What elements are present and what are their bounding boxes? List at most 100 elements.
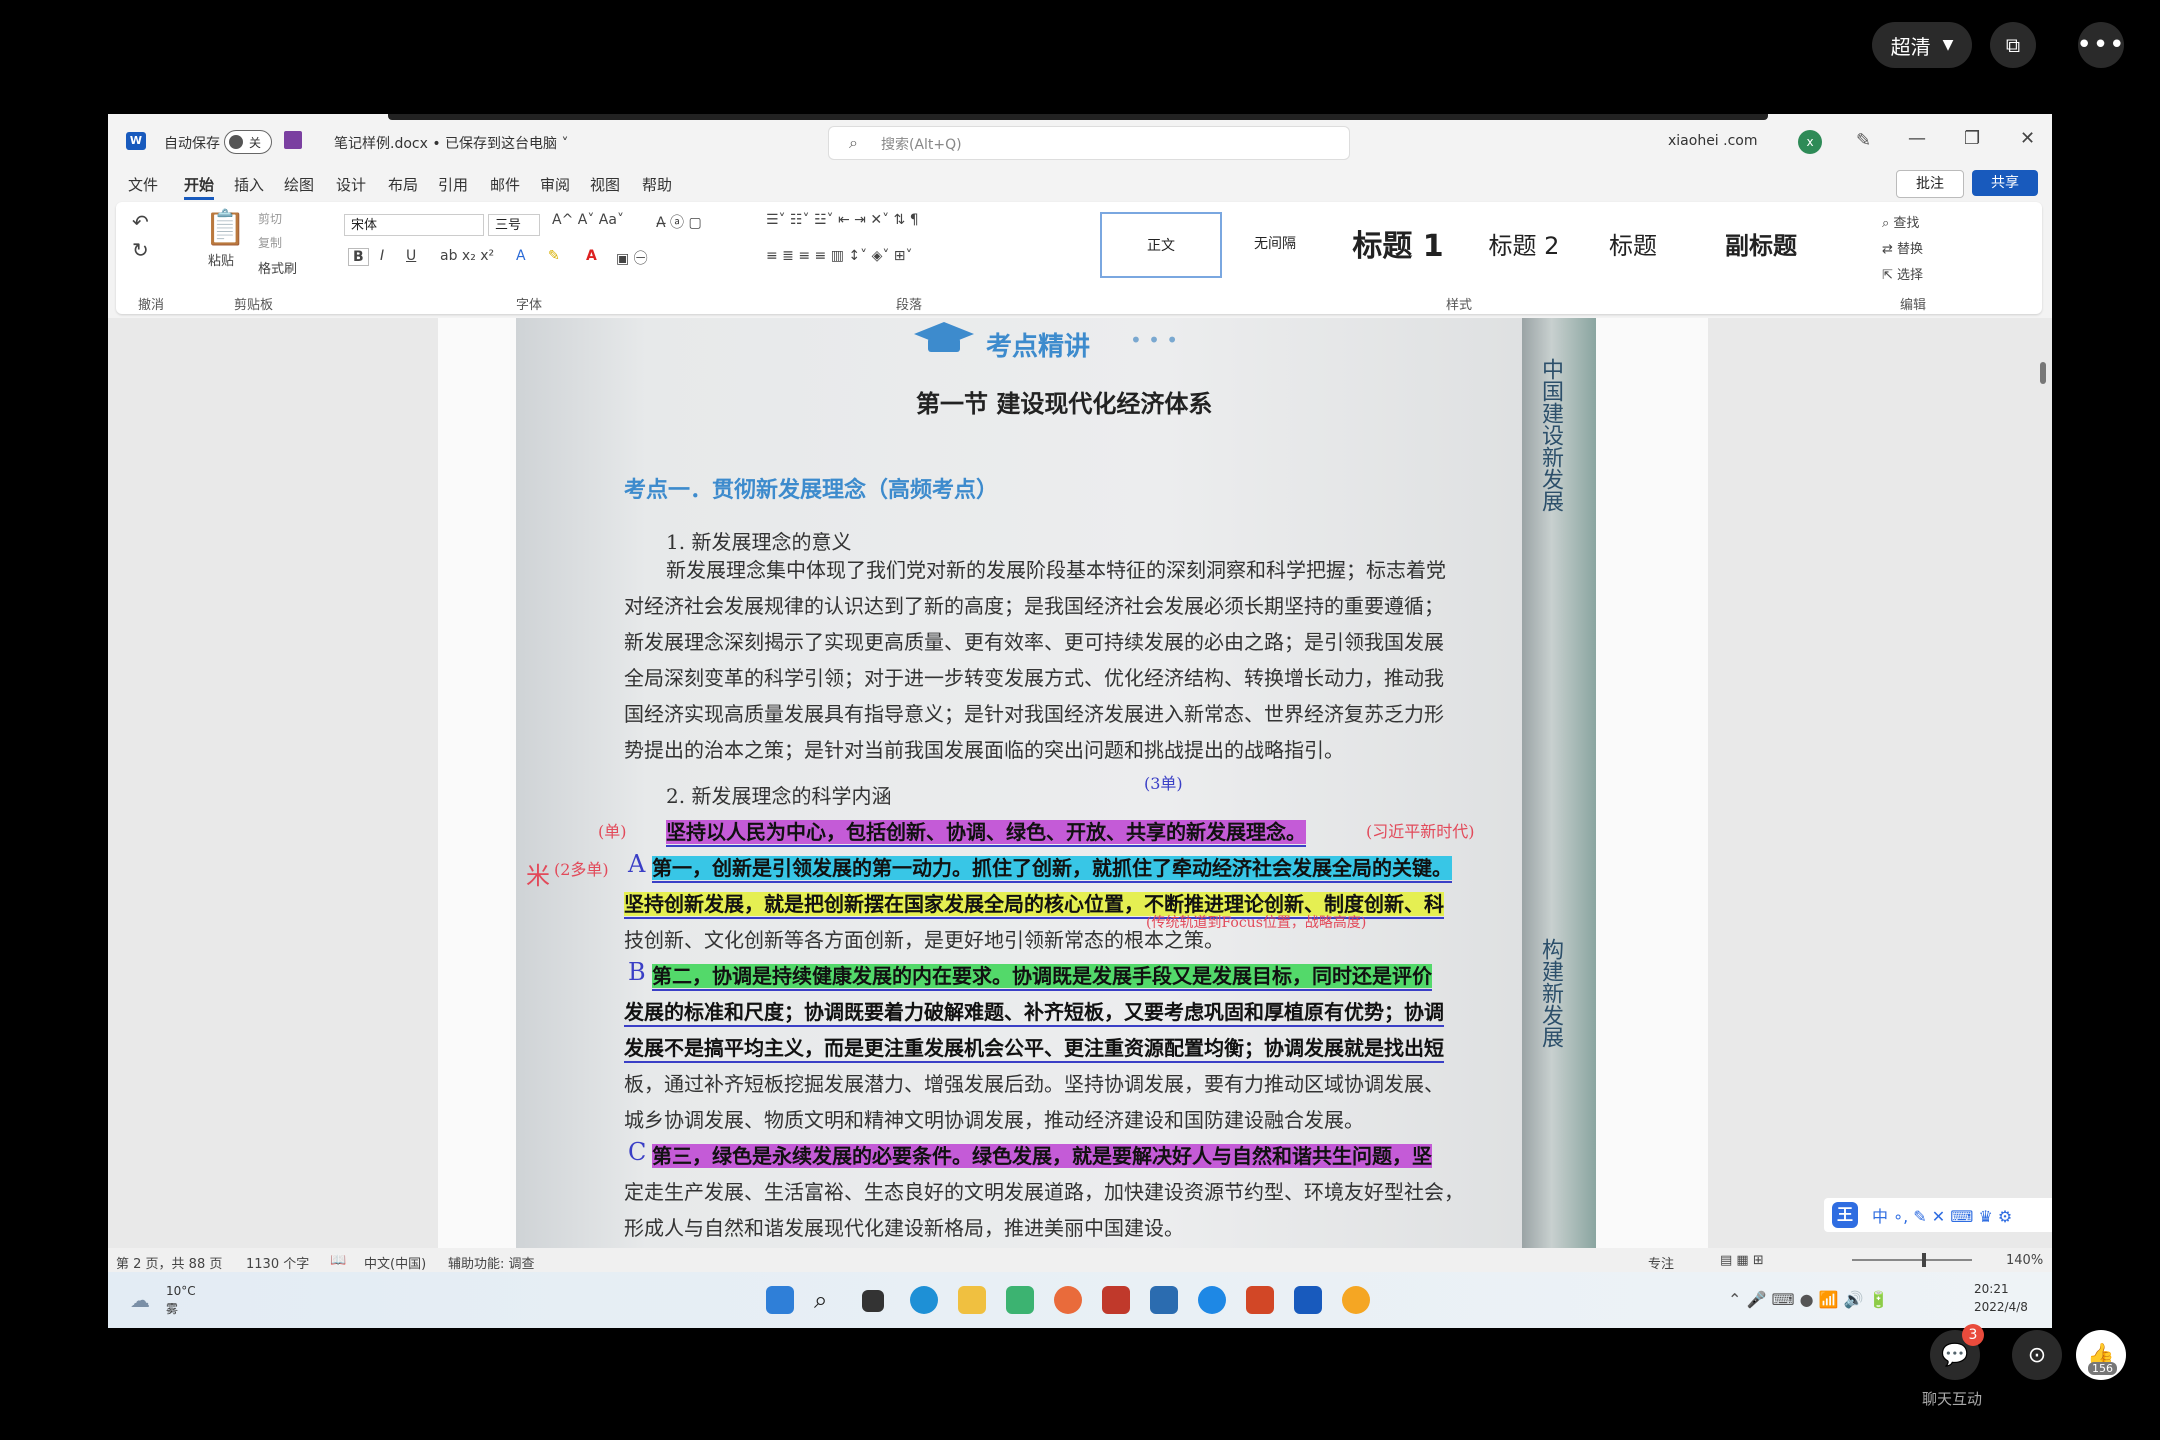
edge-browser-icon[interactable] (910, 1286, 938, 1314)
proofing-icon[interactable]: 📖 (330, 1253, 346, 1268)
zoom-slider[interactable] (1852, 1253, 1972, 1267)
word-icon[interactable] (1294, 1286, 1322, 1314)
tab-view[interactable]: 视图 (590, 174, 620, 195)
redo-icon[interactable]: ↻ (132, 238, 149, 262)
start-icon[interactable] (766, 1286, 794, 1314)
handwritten-note: B (628, 958, 646, 986)
weather-temp[interactable]: 10°C (166, 1284, 196, 1298)
p2-line: 技创新、文化创新等各方面创新，是更好地引领新常态的根本之策。 (624, 928, 1224, 952)
undo-group-label: 撤消 (138, 298, 165, 313)
app-icon[interactable] (1102, 1286, 1130, 1314)
quality-selector[interactable]: 超清 ▼ (1872, 22, 1972, 68)
tab-help[interactable]: 帮助 (642, 174, 672, 195)
task-view-icon[interactable] (862, 1290, 884, 1312)
focus-mode[interactable]: 专注 (1648, 1253, 1674, 1272)
vertical-scrollbar[interactable] (2036, 318, 2050, 1248)
link-button[interactable]: ⊙ (2012, 1330, 2062, 1380)
paste-label[interactable]: 粘贴 (208, 250, 234, 269)
word-count[interactable]: 1130 个字 (246, 1253, 309, 1272)
select-label: 选择 (1897, 268, 1924, 283)
bold-button[interactable]: B (348, 248, 369, 266)
app-icon[interactable] (1342, 1286, 1370, 1314)
taskbar: ☁ 10°C 雾 ⌕ ⌃ 🎤 ⌨ ● 📶 🔊 🔋 20:21 2022/4/8 (108, 1272, 2052, 1328)
tab-review[interactable]: 审阅 (540, 174, 570, 195)
inserted-photo[interactable]: 考点精讲 • • • 第一节 建设现代化经济体系 考点一．贯彻新发展理念（高频考… (516, 318, 1596, 1248)
find-button[interactable]: ⌕ 查找 (1882, 212, 1919, 231)
tab-draw[interactable]: 绘图 (284, 174, 314, 195)
handwritten-note: C (628, 1138, 647, 1166)
view-buttons[interactable]: ▤ ▦ ⊞ (1720, 1253, 1764, 1268)
align-icons[interactable]: ≡ ≣ ≡ ≡ ▥ ↕˅ ◈˅ ⊞˅ (766, 248, 913, 264)
replace-button[interactable]: ⇄ 替换 (1882, 238, 1923, 257)
paste-icon[interactable]: 📋 (204, 208, 246, 248)
account-name[interactable]: xiaohei .com (1668, 133, 1758, 149)
clock-time[interactable]: 20:21 (1974, 1282, 2009, 1296)
avatar[interactable]: x (1798, 130, 1822, 154)
highlight-icon[interactable]: ✎ (548, 248, 560, 264)
tab-home[interactable]: 开始 (184, 174, 215, 200)
zoom-level[interactable]: 140% (2006, 1253, 2043, 1268)
clear-format-icon[interactable]: A̶ ⓐ ▢ (656, 212, 702, 232)
italic-button[interactable]: I (380, 248, 384, 264)
ime-tool-icons[interactable]: 中 ∘, ✎ ✕ ⌨ ♛ ⚙ (1872, 1203, 2012, 1227)
style-normal[interactable]: 正文 (1100, 212, 1222, 278)
weather-desc[interactable]: 雾 (166, 1300, 178, 1317)
minimize-button[interactable]: — (1908, 128, 1926, 149)
accessibility-status[interactable]: 辅助功能: 调查 (448, 1253, 535, 1272)
pen-icon[interactable]: ✎ (1856, 130, 1871, 151)
app-icon[interactable] (1198, 1286, 1226, 1314)
tab-design[interactable]: 设计 (336, 174, 366, 195)
list-icons[interactable]: ☰˅ ☷˅ ☳˅ ⇤ ⇥ ✕˅ ⇅ ¶ (766, 212, 919, 228)
zoom-knob[interactable] (1922, 1253, 1926, 1267)
system-tray-icons[interactable]: ⌃ 🎤 ⌨ ● 📶 🔊 🔋 (1728, 1290, 1889, 1309)
tab-file[interactable]: 文件 (128, 174, 158, 195)
comment-button[interactable]: 批注 (1896, 170, 1964, 198)
powerpoint-icon[interactable] (1246, 1286, 1274, 1314)
clock-date[interactable]: 2022/4/8 (1974, 1300, 2028, 1314)
search-icon[interactable]: ⌕ (814, 1286, 842, 1314)
restore-button[interactable]: ❐ (1964, 128, 1980, 149)
document-title[interactable]: 笔记样例.docx • 已保存到这台电脑 ˅ (334, 133, 569, 153)
font-name-select[interactable]: 宋体 (344, 214, 484, 236)
tab-layout[interactable]: 布局 (388, 174, 418, 195)
font-color-icon[interactable]: A (586, 248, 597, 264)
style-no-spacing[interactable]: 无间隔 (1230, 212, 1320, 274)
share-button[interactable]: 共享 (1972, 170, 2038, 196)
save-icon[interactable] (284, 131, 302, 149)
format-painter-button[interactable]: 格式刷 (258, 258, 297, 277)
search-input[interactable]: ⌕ 搜索(Alt+Q) (828, 126, 1350, 160)
ribbon-tabs: 文件 开始 插入 绘图 设计 布局 引用 邮件 审阅 视图 帮助 批注 共享 (108, 168, 2052, 200)
style-subtitle[interactable]: 副标题 (1706, 212, 1816, 274)
page-count[interactable]: 第 2 页，共 88 页 (116, 1253, 222, 1272)
chrome-icon[interactable] (1054, 1286, 1082, 1314)
cut-button[interactable]: 剪切 (258, 210, 282, 227)
rotate-icon[interactable]: ⧉ (1990, 22, 2036, 68)
text-effects-icon[interactable]: A (516, 248, 526, 264)
style-title[interactable]: 标题 (1588, 212, 1678, 274)
ime-toolbar[interactable]: 王 中 ∘, ✎ ✕ ⌨ ♛ ⚙ (1824, 1198, 2052, 1232)
style-heading-1[interactable]: 标题 1 (1338, 212, 1458, 274)
font-size-select[interactable]: 三号 (488, 214, 540, 236)
file-explorer-icon[interactable] (958, 1286, 986, 1314)
app-icon[interactable] (1006, 1286, 1034, 1314)
char-shading-icon[interactable]: ▣ ㊀ (616, 248, 648, 268)
tab-references[interactable]: 引用 (438, 174, 468, 195)
select-button[interactable]: ⇱ 选择 (1882, 264, 1923, 283)
p2-line: 城乡协调发展、物质文明和精神文明协调发展，推动经济建设和国防建设融合发展。 (624, 1108, 1364, 1132)
ribbon: ↶ ↻ 撤消 📋 粘贴 剪切 复制 格式刷 剪贴板 宋体 三号 A^ A˅ Aa… (116, 202, 2042, 314)
book-edge-text: 构建新发展 (1538, 938, 1563, 1048)
tab-insert[interactable]: 插入 (234, 174, 264, 195)
grow-font-icon[interactable]: A^ A˅ Aa˅ (552, 212, 624, 228)
scroll-thumb[interactable] (2040, 362, 2046, 384)
undo-icon[interactable]: ↶ (132, 210, 149, 234)
style-heading-2[interactable]: 标题 2 (1474, 212, 1574, 274)
underline-button[interactable]: U (406, 248, 416, 264)
autosave-toggle[interactable]: 关 (224, 130, 272, 154)
copy-button[interactable]: 复制 (258, 234, 282, 251)
strike-sub-sup-icons[interactable]: ab x₂ x² (440, 248, 494, 264)
more-icon[interactable]: ••• (2077, 22, 2125, 68)
tab-mailings[interactable]: 邮件 (490, 174, 520, 195)
close-button[interactable]: ✕ (2020, 128, 2035, 149)
photos-icon[interactable] (1150, 1286, 1178, 1314)
language[interactable]: 中文(中国) (364, 1253, 426, 1272)
